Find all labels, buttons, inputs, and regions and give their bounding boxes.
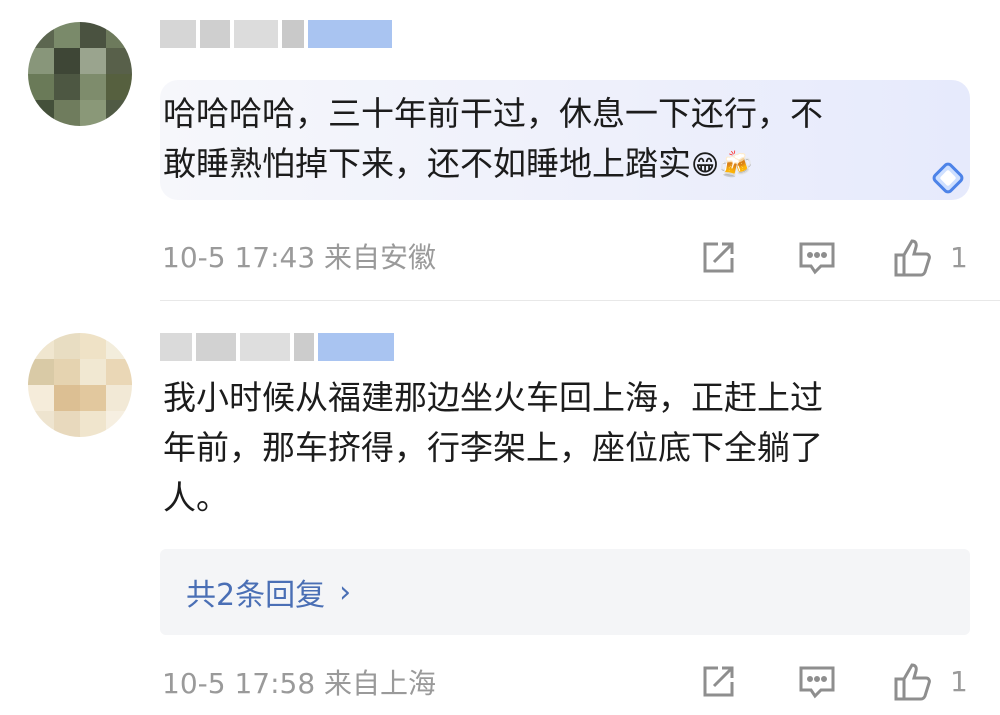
avatar-pixel — [80, 385, 106, 411]
avatar-pixel — [106, 48, 132, 74]
avatar-pixel — [28, 74, 54, 100]
avatar-pixel — [54, 48, 80, 74]
comment-icon[interactable] — [797, 662, 837, 702]
avatar-pixel — [54, 22, 80, 48]
avatar-pixel — [106, 333, 132, 359]
comment-meta: 10-5 17:58 来自上海 — [162, 667, 437, 700]
avatar-pixel — [106, 385, 132, 411]
avatar-pixel — [28, 411, 54, 437]
replies-label: 共2条回复 — [186, 578, 326, 613]
comment-item: 我小时候从福建那边坐火车回上海，正赶上过 年前，那车挤得，行李架上，座位底下全躺… — [0, 301, 1000, 715]
share-icon[interactable] — [698, 238, 738, 278]
comment-text: 我小时候从福建那边坐火车回上海，正赶上过 年前，那车挤得，行李架上，座位底下全躺… — [163, 378, 823, 517]
avatar-pixel — [106, 411, 132, 437]
thumbs-up-icon[interactable] — [893, 238, 933, 278]
avatar-pixel — [80, 48, 106, 74]
username-blurred[interactable] — [160, 333, 394, 367]
avatar-pixel — [80, 74, 106, 100]
avatar-pixel — [106, 359, 132, 385]
avatar-pixel — [80, 333, 106, 359]
like-count: 1 — [950, 665, 968, 698]
avatar-pixel — [54, 411, 80, 437]
thumbs-up-icon[interactable] — [893, 662, 933, 702]
share-icon[interactable] — [698, 662, 738, 702]
avatar-pixel — [106, 100, 132, 126]
avatar-pixel — [80, 411, 106, 437]
avatar-pixel — [80, 22, 106, 48]
view-replies-link[interactable]: 共2条回复 › — [186, 570, 351, 614]
username-blurred[interactable] — [160, 20, 392, 54]
grin-emoji: 😁 — [691, 149, 720, 181]
avatar-pixel — [28, 22, 54, 48]
like-count: 1 — [950, 241, 968, 274]
diamond-badge-icon — [932, 162, 964, 194]
avatar-pixel — [28, 333, 54, 359]
comment-text: 哈哈哈哈，三十年前干过，休息一下还行，不 敢睡熟怕掉下来，还不如睡地上踏实😁🍻 — [163, 89, 953, 191]
comment-meta: 10-5 17:43 来自安徽 — [162, 241, 437, 274]
avatar-pixel — [80, 359, 106, 385]
avatar-pixel — [54, 385, 80, 411]
avatar-pixel — [54, 333, 80, 359]
avatar-pixel — [80, 100, 106, 126]
comment-item: 哈哈哈哈，三十年前干过，休息一下还行，不 敢睡熟怕掉下来，还不如睡地上踏实😁🍻 … — [0, 0, 1000, 301]
avatar[interactable] — [28, 333, 132, 437]
avatar-pixel — [106, 74, 132, 100]
avatar-pixel — [54, 359, 80, 385]
beer-emoji: 🍻 — [719, 149, 753, 181]
avatar-pixel — [54, 100, 80, 126]
chevron-right-icon: › — [339, 574, 352, 610]
avatar-pixel — [106, 22, 132, 48]
avatar-pixel — [28, 48, 54, 74]
comment-icon[interactable] — [797, 238, 837, 278]
avatar-pixel — [54, 74, 80, 100]
avatar-pixel — [28, 385, 54, 411]
avatar-pixel — [28, 359, 54, 385]
avatar[interactable] — [28, 22, 132, 126]
replies-panel[interactable]: 共2条回复 › — [160, 549, 970, 635]
avatar-pixel — [28, 100, 54, 126]
